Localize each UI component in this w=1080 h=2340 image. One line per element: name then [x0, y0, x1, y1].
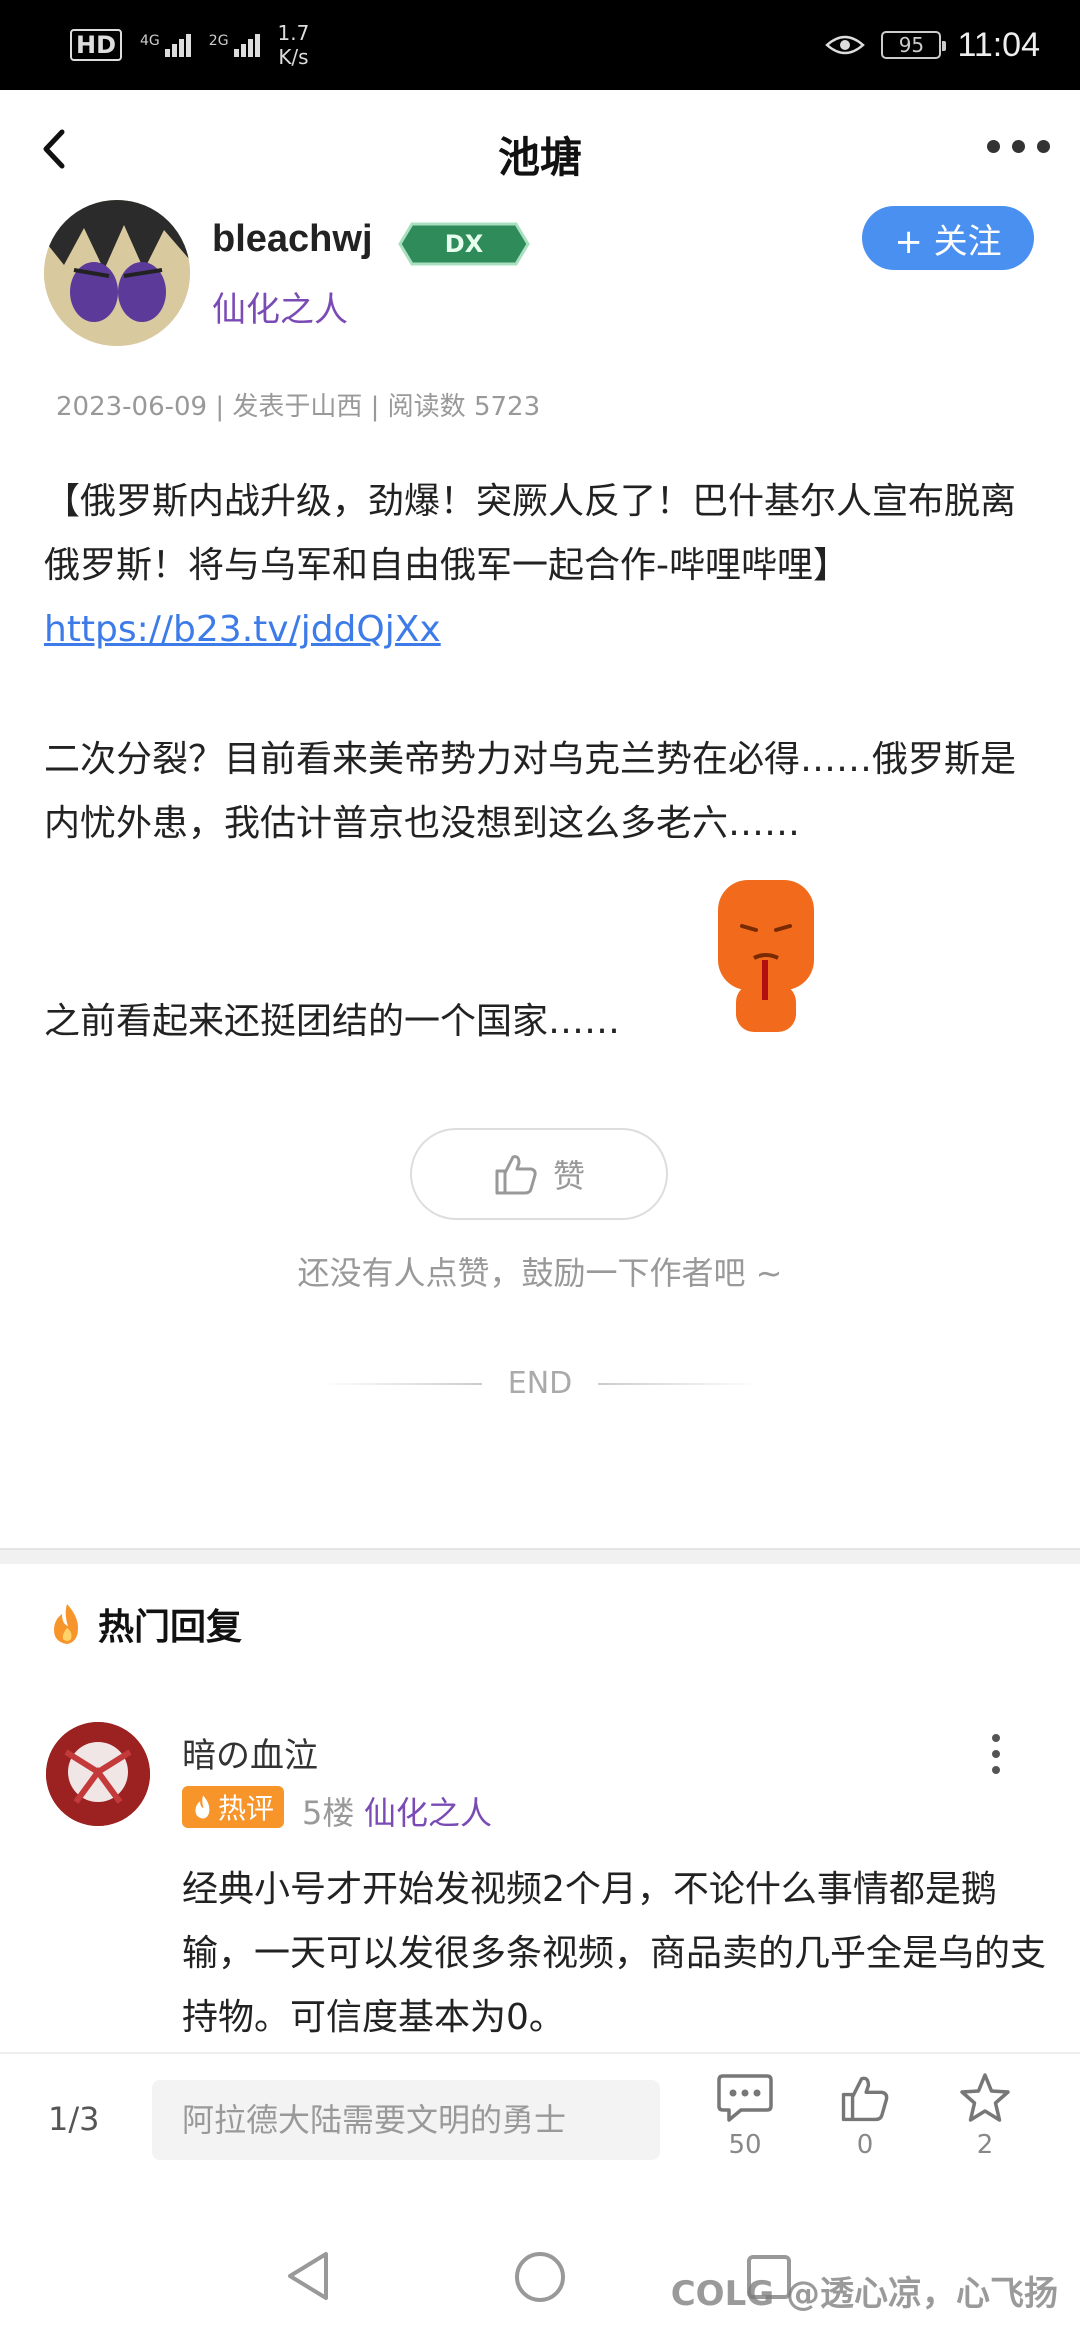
reply-user-title: 仙化之人 — [364, 1794, 493, 1832]
battery-icon: 95 — [881, 31, 947, 59]
end-divider: END — [0, 1366, 1080, 1401]
author-name[interactable]: bleachwj — [212, 218, 373, 261]
like-button[interactable]: 赞 — [410, 1128, 668, 1220]
hot-replies-header: 热门回复 — [48, 1598, 242, 1650]
follow-button[interactable]: + 关注 — [862, 206, 1034, 270]
like-label: 赞 — [552, 1157, 585, 1195]
nav-home-icon[interactable] — [513, 2250, 567, 2304]
post-paragraph-1: 【俄罗斯内战升级，劲爆！突厥人反了！巴什基尔人宣布脱离俄罗斯！将与乌军和自由俄军… — [44, 470, 1034, 662]
reply-more-icon[interactable] — [992, 1734, 1000, 1774]
post-meta: 2023-06-09 | 发表于山西 | 阅读数 5723 — [56, 392, 541, 422]
favorites-count: 2 — [976, 2130, 994, 2160]
more-options-icon[interactable] — [987, 140, 1050, 153]
network-speed-unit: K/s — [278, 45, 309, 69]
comment-input[interactable]: 阿拉德大陆需要文明的勇士 — [152, 2080, 660, 2160]
clock: 11:04 — [957, 25, 1040, 64]
signal-2-label: 2G — [208, 32, 229, 49]
fire-icon — [54, 1604, 78, 1644]
watermark: COLG @透心凉，心飞扬 — [670, 2274, 1058, 2314]
hot-badge-label: 热评 — [218, 1792, 275, 1825]
author-avatar[interactable] — [44, 200, 190, 346]
author-title: 仙化之人 — [212, 290, 348, 330]
hd-indicator: HD — [70, 29, 123, 61]
network-speed-value: 1.7 — [277, 21, 310, 45]
system-nav-bar: COLG @透心凉，心飞扬 — [0, 2206, 1080, 2340]
reply-floor: 5楼 — [302, 1794, 355, 1832]
status-left: HD 4G 2G 1.7 K/s — [70, 18, 309, 72]
level-badge-label: DX — [445, 230, 484, 258]
reply-username[interactable]: 暗の血泣 — [182, 1728, 318, 1777]
reply-avatar[interactable] — [46, 1722, 150, 1826]
signal-1-icon: 4G — [140, 32, 191, 57]
end-label: END — [507, 1366, 573, 1401]
likes-count: 0 — [856, 2130, 874, 2160]
bottom-action-bar: 1/3 阿拉德大陆需要文明的勇士 50 0 2 — [0, 2052, 1080, 2206]
comments-count: 50 — [728, 2130, 762, 2160]
signal-1-label: 4G — [140, 32, 160, 49]
app-header: 池塘 — [0, 90, 1080, 210]
section-divider — [0, 1548, 1080, 1564]
post-paragraph-1-text: 【俄罗斯内战升级，劲爆！突厥人反了！巴什基尔人宣布脱离俄罗斯！将与乌军和自由俄军… — [44, 481, 1017, 586]
network-speed: 1.7 K/s — [278, 21, 310, 69]
status-bar: HD 4G 2G 1.7 K/s 95 11:04 — [0, 0, 1080, 90]
thumbs-up-icon — [495, 1155, 537, 1195]
star-icon — [960, 2073, 1010, 2122]
eye-icon — [825, 35, 866, 55]
like-post-button[interactable]: 0 — [820, 2072, 910, 2160]
comment-icon — [717, 2074, 773, 2122]
like-hint: 还没有人点赞，鼓励一下作者吧 ~ — [297, 1254, 783, 1292]
post-link[interactable]: https://b23.tv/jddQjXx — [44, 609, 441, 650]
favorite-button[interactable]: 2 — [940, 2072, 1030, 2160]
hot-comment-badge: 热评 — [182, 1786, 285, 1828]
emoji-sticker-icon — [718, 880, 814, 1032]
badge-fire-icon — [195, 1795, 210, 1819]
post-paragraph-3: 之前看起来还挺团结的一个国家…… — [44, 1001, 621, 1042]
level-badge-icon: DX — [398, 222, 530, 266]
page-indicator[interactable]: 1/3 — [48, 2100, 100, 2138]
thumbs-up-icon — [841, 2076, 889, 2122]
hot-replies-title: 热门回复 — [98, 1607, 243, 1648]
post-paragraph-2: 二次分裂？目前看来美帝势力对乌克兰势在必得……俄罗斯是内忧外患，我估计普京也没想… — [44, 739, 1017, 844]
page-title: 池塘 — [497, 133, 582, 182]
signal-2-icon: 2G — [208, 32, 260, 57]
comments-button[interactable]: 50 — [700, 2072, 790, 2160]
reply-text: 经典小号才开始发视频2个月，不论什么事情都是鹅输，一天可以发很多条视频，商品卖的… — [182, 1869, 1047, 2038]
status-right: 95 11:04 — [825, 22, 1040, 68]
nav-back-icon[interactable] — [284, 2250, 334, 2302]
